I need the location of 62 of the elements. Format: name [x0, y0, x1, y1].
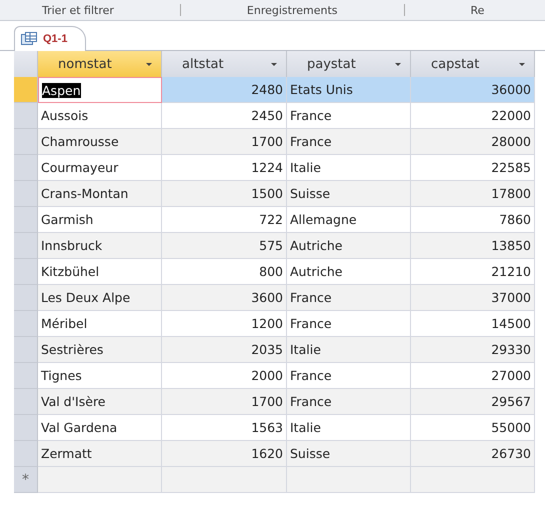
table-cell: 2035: [162, 337, 287, 363]
ribbon-group-label: Enregistrements: [246, 4, 339, 16]
table-cell: Autriche: [287, 233, 411, 259]
table-cell: Val d'Isère: [38, 389, 162, 415]
record-selector[interactable]: [14, 129, 38, 155]
column-header[interactable]: nomstat: [38, 51, 162, 77]
record-selector[interactable]: [14, 389, 38, 415]
ribbon-group-label: Re: [470, 4, 486, 16]
table-cell: 29330: [411, 337, 535, 363]
record-selector[interactable]: [14, 181, 38, 207]
query-icon: [21, 32, 37, 46]
table-cell: 1500: [162, 181, 287, 207]
record-selector[interactable]: [14, 311, 38, 337]
table-cell: Crans-Montan: [38, 181, 162, 207]
record-selector[interactable]: [14, 155, 38, 181]
table-cell: France: [287, 129, 411, 155]
table-cell: 1620: [162, 441, 287, 467]
table-cell: 1700: [162, 129, 287, 155]
table-cell: 26730: [411, 441, 535, 467]
record-selector[interactable]: [14, 259, 38, 285]
table-cell: Suisse: [287, 441, 411, 467]
table-cell: 1700: [162, 389, 287, 415]
table-cell: Etats Unis: [287, 77, 411, 103]
table-cell: 13850: [411, 233, 535, 259]
table-cell: 17800: [411, 181, 535, 207]
dropdown-caret-icon[interactable]: [270, 62, 278, 66]
record-selector[interactable]: [14, 103, 38, 129]
table-cell: Sestrières: [38, 337, 162, 363]
select-all-corner[interactable]: [14, 51, 38, 77]
record-selector[interactable]: [14, 441, 38, 467]
query-tab[interactable]: Q1-1: [14, 26, 86, 51]
table-cell: France: [287, 285, 411, 311]
record-selector[interactable]: [14, 363, 38, 389]
table-cell: Chamrousse: [38, 129, 162, 155]
table-cell: 29567: [411, 389, 535, 415]
table-cell: France: [287, 389, 411, 415]
table-cell: Zermatt: [38, 441, 162, 467]
record-selector[interactable]: [14, 415, 38, 441]
dropdown-caret-icon[interactable]: [394, 62, 402, 66]
record-selector[interactable]: [14, 285, 38, 311]
record-selector[interactable]: [14, 337, 38, 363]
dropdown-caret-icon[interactable]: [145, 62, 153, 66]
table-cell: Innsbruck: [38, 233, 162, 259]
table-cell: 36000: [411, 77, 535, 103]
new-record-marker: *: [14, 467, 38, 493]
column-header[interactable]: paystat: [287, 51, 411, 77]
record-selector[interactable]: [14, 207, 38, 233]
dropdown-caret-icon[interactable]: [518, 62, 526, 66]
column-header[interactable]: altstat: [162, 51, 287, 77]
table-cell: Aspen: [38, 77, 162, 103]
table-cell: 2480: [162, 77, 287, 103]
record-selector[interactable]: [14, 233, 38, 259]
table-cell: Les Deux Alpe: [38, 285, 162, 311]
column-header[interactable]: capstat: [411, 51, 535, 77]
table-cell: 28000: [411, 129, 535, 155]
table-cell: Suisse: [287, 181, 411, 207]
ribbon-group-label: Trier et filtrer: [41, 4, 115, 16]
table-cell: 575: [162, 233, 287, 259]
record-selector[interactable]: [14, 77, 38, 103]
table-cell: 37000: [411, 285, 535, 311]
table-cell: 3600: [162, 285, 287, 311]
table-cell: Italie: [287, 337, 411, 363]
